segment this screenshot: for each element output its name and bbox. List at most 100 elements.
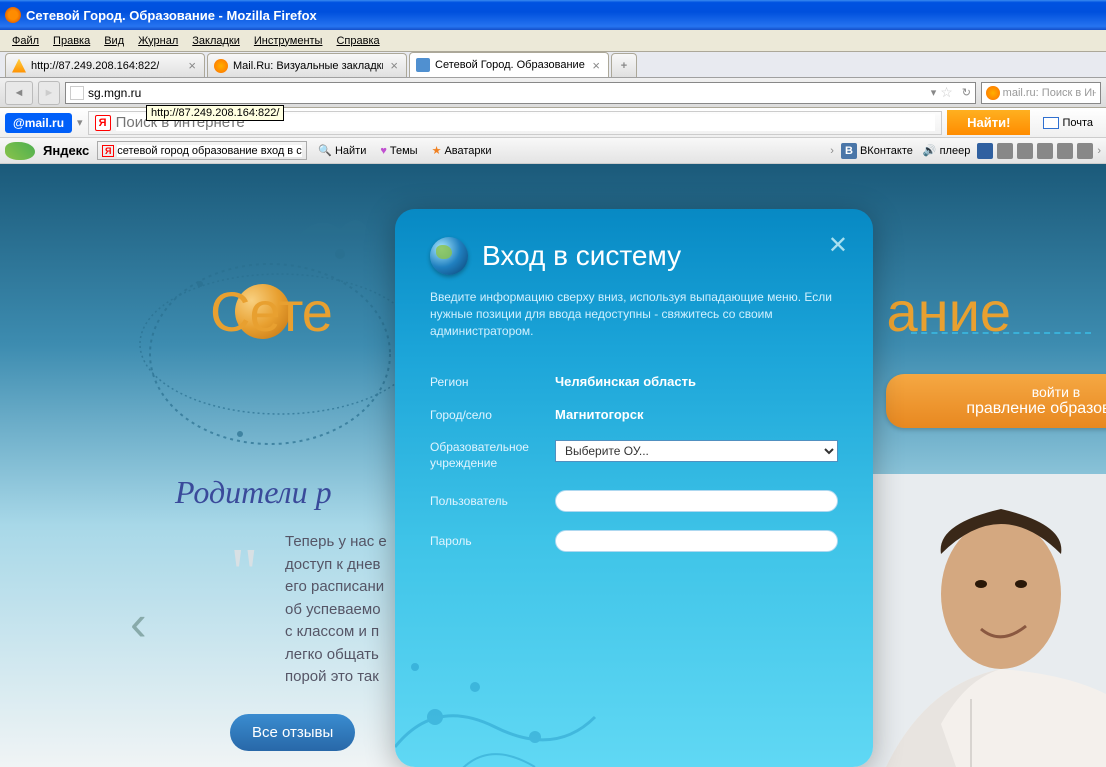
yandex-find-button[interactable]: 🔍 Найти <box>315 144 369 157</box>
mail-icon[interactable] <box>977 143 993 159</box>
school-select[interactable]: Выберите ОУ... <box>555 440 838 462</box>
school-label: Образовательное учреждение <box>430 440 555 471</box>
password-row: Пароль <box>430 530 838 552</box>
mailru-icon <box>214 59 228 73</box>
yandex-avatars-link[interactable]: ★ Аватарки <box>429 144 495 157</box>
vk-link[interactable]: В ВКонтакте <box>838 143 916 159</box>
menu-history[interactable]: Журнал <box>131 33 185 49</box>
menu-bookmarks[interactable]: Закладки <box>185 33 247 49</box>
city-label: Город/село <box>430 408 555 422</box>
vk-icon: В <box>841 143 857 159</box>
opensuse-chameleon-icon[interactable] <box>5 142 35 160</box>
new-tab-button[interactable]: + <box>611 53 637 77</box>
close-icon[interactable]: × <box>186 58 198 73</box>
site-title-right: ание <box>887 279 1012 344</box>
user-input[interactable] <box>555 490 838 512</box>
tab-1[interactable]: http://87.249.208.164:822/ × <box>5 53 205 77</box>
yandex-icon: Я <box>102 145 114 157</box>
chevron-right-icon: ► <box>44 87 55 99</box>
browser-searchbox[interactable]: mail.ru: Поиск в Ин <box>981 82 1101 104</box>
all-reviews-button[interactable]: Все отзывы <box>230 714 355 751</box>
speaker-icon: 🔊 <box>923 144 937 157</box>
menu-tools[interactable]: Инструменты <box>247 33 330 49</box>
close-icon[interactable]: × <box>590 58 602 73</box>
yandex-logo[interactable]: Яндекс <box>43 143 89 158</box>
tab-2[interactable]: Mail.Ru: Визуальные закладки × <box>207 53 407 77</box>
yandex-toolbar: Яндекс Я 🔍 Найти ♥ Темы ★ Аватарки › В В… <box>0 138 1106 164</box>
chevron-right-icon[interactable]: › <box>830 145 834 157</box>
back-button[interactable]: ◄ <box>5 81 33 105</box>
education-login-button[interactable]: войти в правление образования <box>886 374 1106 428</box>
search-placeholder: mail.ru: Поиск в Ин <box>1003 87 1096 99</box>
yandex-search-icon: Я <box>95 115 111 131</box>
quote-icon: " <box>230 534 259 614</box>
tab-label: Mail.Ru: Визуальные закладки <box>233 60 383 72</box>
menu-edit[interactable]: Правка <box>46 33 97 49</box>
user-label: Пользователь <box>430 494 555 508</box>
envelope-icon <box>1043 117 1059 129</box>
address-toolbar: ◄ ► http://87.249.208.164:822/ ▾ ☆ ↻ mai… <box>0 78 1106 108</box>
tab-label: http://87.249.208.164:822/ <box>31 60 159 72</box>
globe-icon <box>430 237 468 275</box>
slider-prev-arrow[interactable]: ‹ <box>130 594 147 652</box>
school-row: Образовательное учреждение Выберите ОУ..… <box>430 440 838 471</box>
magnifier-icon: 🔍 <box>318 144 332 157</box>
site-title-left: Сете <box>210 279 332 344</box>
heart-icon: ♥ <box>380 145 387 157</box>
region-row: Регион Челябинская область <box>430 374 838 389</box>
services-icon-5[interactable] <box>1077 143 1093 159</box>
star-icon: ★ <box>432 144 442 157</box>
page-favicon <box>70 86 84 100</box>
url-tooltip: http://87.249.208.164:822/ <box>146 105 284 121</box>
window-titlebar: Сетевой Город. Образование - Mozilla Fir… <box>0 0 1106 30</box>
city-row: Город/село Магнитогорск <box>430 407 838 422</box>
menubar: Файл Правка Вид Журнал Закладки Инструме… <box>0 30 1106 52</box>
search-provider-icon <box>986 86 1000 100</box>
mailru-logo[interactable]: @mail.ru <box>5 113 72 133</box>
mailru-mail-link[interactable]: Почта <box>1035 117 1101 129</box>
services-icon-2[interactable] <box>1017 143 1033 159</box>
page-content: Сете ание войти в правление образования … <box>0 164 1106 767</box>
city-value: Магнитогорск <box>555 407 643 422</box>
reload-icon[interactable]: ↻ <box>962 86 971 99</box>
forward-button[interactable]: ► <box>38 81 60 105</box>
warning-icon <box>12 59 26 73</box>
bookmark-star-icon[interactable]: ☆ <box>940 84 953 101</box>
url-input[interactable] <box>88 86 927 100</box>
close-icon[interactable]: × <box>388 58 400 73</box>
yandex-search-input[interactable] <box>117 145 302 157</box>
login-description: Введите информацию сверху вниз, использу… <box>430 289 838 339</box>
addressbar[interactable]: http://87.249.208.164:822/ ▾ ☆ ↻ <box>65 82 976 104</box>
password-label: Пароль <box>430 534 555 548</box>
menu-file[interactable]: Файл <box>5 33 46 49</box>
services-icon-3[interactable] <box>1037 143 1053 159</box>
menu-help[interactable]: Справка <box>329 33 386 49</box>
player-link[interactable]: 🔊 плеер <box>920 144 973 157</box>
yandex-right-icons: › В ВКонтакте 🔊 плеер › <box>830 143 1101 159</box>
tab-3-active[interactable]: Сетевой Город. Образование × <box>409 52 609 77</box>
user-row: Пользователь <box>430 490 838 512</box>
close-icon[interactable]: ✕ <box>828 231 848 260</box>
services-icon-4[interactable] <box>1057 143 1073 159</box>
yandex-searchbox[interactable]: Я <box>97 141 307 160</box>
password-input[interactable] <box>555 530 838 552</box>
mailru-find-button[interactable]: Найти! <box>947 110 1030 135</box>
dropdown-icon[interactable]: ▾ <box>931 86 937 99</box>
chevron-right-icon[interactable]: › <box>1097 145 1101 157</box>
region-value: Челябинская область <box>555 374 696 389</box>
site-icon <box>416 58 430 72</box>
yandex-themes-link[interactable]: ♥ Темы <box>377 145 420 157</box>
tab-label: Сетевой Город. Образование <box>435 59 585 71</box>
login-header: Вход в систему <box>430 237 838 275</box>
region-label: Регион <box>430 375 555 389</box>
plus-icon: + <box>621 60 627 72</box>
login-modal: ✕ Вход в систему Введите информацию свер… <box>395 209 873 767</box>
firefox-icon <box>5 7 21 23</box>
dropdown-icon[interactable]: ▾ <box>77 116 83 129</box>
decorative-dashes <box>911 332 1091 334</box>
window-title: Сетевой Город. Образование - Mozilla Fir… <box>26 8 317 23</box>
menu-view[interactable]: Вид <box>97 33 131 49</box>
chevron-left-icon: ◄ <box>14 87 25 99</box>
services-icon-1[interactable] <box>997 143 1013 159</box>
decorative-splash <box>395 597 655 767</box>
